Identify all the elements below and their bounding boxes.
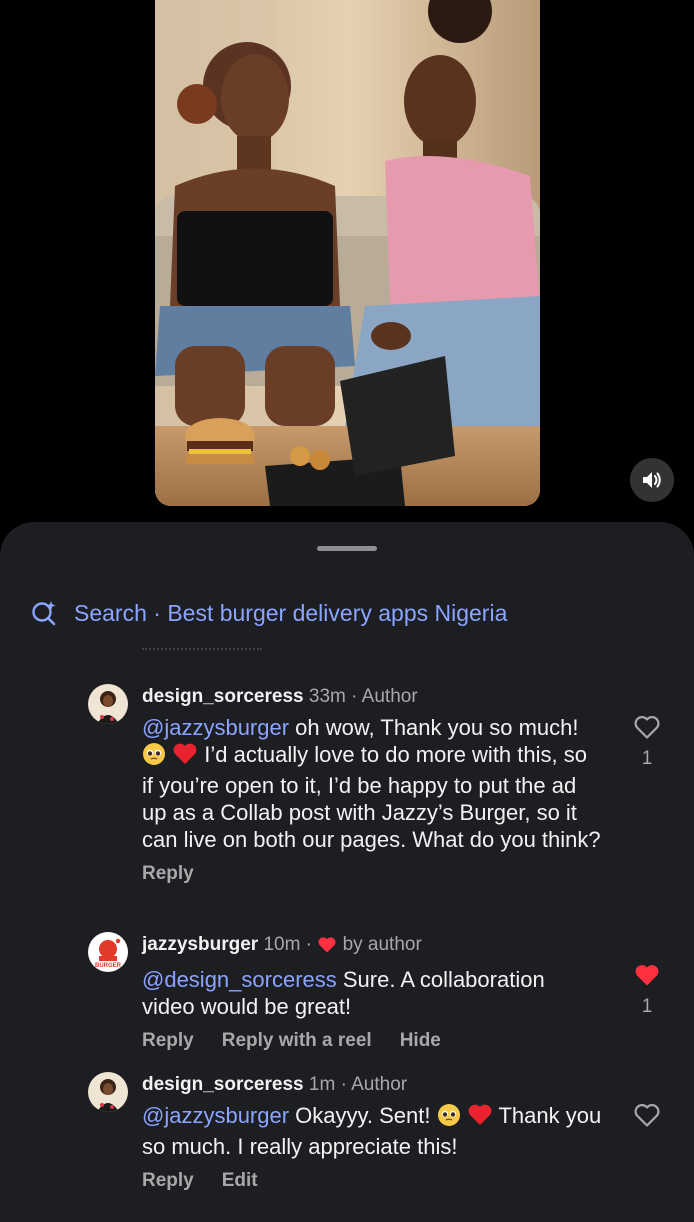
heart-filled-icon xyxy=(635,965,659,986)
liked-by-author-heart-icon xyxy=(317,936,337,962)
reel-video[interactable] xyxy=(155,0,540,506)
heart-outline-icon xyxy=(634,1104,660,1127)
comment-body: design_sorceress 1m · Author @jazzysburg… xyxy=(142,1072,602,1192)
scrolled-content-edge xyxy=(142,648,262,652)
comment-actions: Reply xyxy=(142,863,602,885)
sound-toggle-button[interactable] xyxy=(630,458,674,502)
comment-text-part: oh wow, Thank you so much! xyxy=(289,715,579,740)
reel-video-still xyxy=(155,0,540,506)
like-button[interactable]: 1 xyxy=(632,962,662,1018)
author-tag: · Author xyxy=(351,686,418,707)
comment-time: 10m · xyxy=(263,934,313,955)
comment-username[interactable]: jazzysburger xyxy=(142,934,258,955)
comment-text: @design_sorceress Sure. A collaboration … xyxy=(142,966,602,1020)
author-tag: · Author xyxy=(340,1074,408,1095)
comment-time: 33m xyxy=(308,686,346,707)
avatar[interactable] xyxy=(88,1072,128,1112)
pleading-face-emoji xyxy=(437,1103,461,1133)
reply-with-reel-button[interactable]: Reply with a reel xyxy=(222,1030,372,1052)
like-button[interactable] xyxy=(632,1102,662,1136)
reel-video-area xyxy=(0,0,694,530)
comment-meta: jazzysburger 10m · by author xyxy=(142,932,602,962)
comment-text-part: I’d actually love to do more with this, … xyxy=(142,742,601,852)
comment-username[interactable]: design_sorceress xyxy=(142,686,304,707)
comment-body: design_sorceress 33m · Author @jazzysbur… xyxy=(142,684,602,885)
reply-button[interactable]: Reply xyxy=(142,863,194,885)
pleading-face-emoji xyxy=(142,742,166,772)
like-count: 1 xyxy=(641,996,653,1017)
comment-body: jazzysburger 10m · by author @design_sor… xyxy=(142,932,602,1052)
reply-button[interactable]: Reply xyxy=(142,1170,194,1192)
edit-button[interactable]: Edit xyxy=(222,1170,258,1192)
svg-text:BURGER: BURGER xyxy=(95,963,122,969)
red-heart-emoji xyxy=(172,742,198,772)
mention-link[interactable]: @jazzysburger xyxy=(142,1103,289,1128)
comment-username[interactable]: design_sorceress xyxy=(142,1074,304,1095)
mention-link[interactable]: @jazzysburger xyxy=(142,715,289,740)
comments-sheet: Search · Best burger delivery apps Niger… xyxy=(0,522,694,1222)
comment-time: 1m xyxy=(308,1074,336,1095)
like-count: 1 xyxy=(641,748,653,769)
comment-actions: Reply Reply with a reel Hide xyxy=(142,1030,602,1052)
heart-outline-icon xyxy=(634,716,660,739)
avatar[interactable]: BURGER xyxy=(88,932,128,972)
like-button[interactable]: 1 xyxy=(632,714,662,770)
avatar[interactable] xyxy=(88,684,128,724)
comment-text: @jazzysburger oh wow, Thank you so much!… xyxy=(142,714,602,853)
comment-meta: design_sorceress 1m · Author xyxy=(142,1072,602,1098)
comment-actions: Reply Edit xyxy=(142,1170,602,1192)
reply-button[interactable]: Reply xyxy=(142,1030,194,1052)
comment-text: @jazzysburger Okayyy. Sent! Thank you so… xyxy=(142,1102,602,1160)
search-sparkle-icon xyxy=(30,599,58,627)
comment-text-part: Okayyy. Sent! xyxy=(289,1103,437,1128)
liked-by-author-label: by author xyxy=(342,934,422,955)
hide-button[interactable]: Hide xyxy=(400,1030,441,1052)
comment-meta: design_sorceress 33m · Author xyxy=(142,684,602,710)
sheet-drag-handle[interactable] xyxy=(317,546,377,551)
sound-on-icon xyxy=(643,472,661,488)
red-heart-emoji xyxy=(467,1103,493,1133)
related-search-link[interactable]: Search · Best burger delivery apps Niger… xyxy=(30,598,507,628)
related-search-label: Search · Best burger delivery apps Niger… xyxy=(74,599,508,626)
mention-link[interactable]: @design_sorceress xyxy=(142,967,337,992)
